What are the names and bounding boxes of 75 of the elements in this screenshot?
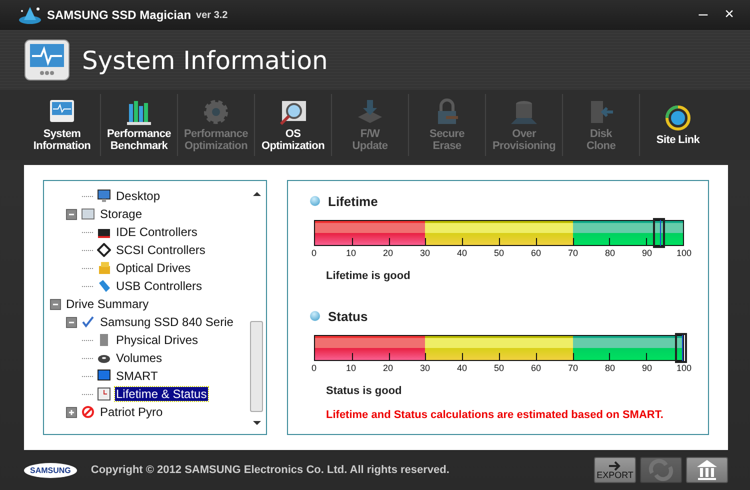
tick-label: 0 — [312, 363, 316, 373]
tree-item[interactable]: Lifetime & Status — [115, 387, 208, 401]
collapse-box[interactable] — [66, 316, 77, 328]
monitor-icon — [97, 189, 111, 203]
page-title: System Information — [82, 46, 328, 74]
tick-label: 10 — [346, 363, 356, 373]
version-label: ver 3.2 — [196, 10, 228, 20]
expand-box[interactable] — [66, 406, 77, 418]
brand-logo: SAMSUNG — [24, 462, 77, 478]
tree-item[interactable]: Samsung SSD 840 Serie — [99, 315, 234, 329]
status-message: Status is good — [326, 385, 403, 397]
monitor-pulse-icon — [24, 39, 70, 81]
house-icon — [695, 458, 719, 482]
tick-label: 40 — [457, 363, 467, 373]
bar-chart-icon — [124, 98, 154, 126]
prohibited-icon — [81, 405, 95, 419]
database-icon — [509, 98, 539, 126]
tick-label: 80 — [605, 363, 615, 373]
tick-label: 0 — [312, 248, 316, 258]
tree-item[interactable]: IDE Controllers — [115, 225, 198, 239]
tick-label: 70 — [568, 363, 578, 373]
tick-label: 50 — [494, 363, 504, 373]
tick-label: 30 — [420, 248, 430, 258]
bullet-icon — [310, 196, 320, 206]
tree-item[interactable]: Physical Drives — [115, 333, 200, 347]
tree-item[interactable]: SMART — [115, 369, 159, 383]
tree-item[interactable]: Patriot Pyro — [99, 405, 164, 419]
gauge-title: Status — [328, 308, 368, 324]
toolbar-button[interactable]: System Information — [24, 90, 100, 160]
status-message: Lifetime is good — [326, 270, 412, 282]
copyright-text: Copyright © 2012 SAMSUNG Electronics Co. Ltd. All rights reserved. — [90, 464, 450, 476]
toolbar-button[interactable]: Site Link — [640, 90, 716, 160]
checkmark-icon — [81, 315, 95, 329]
toolbar-button[interactable]: Performance Benchmark — [101, 90, 177, 160]
tick-label: 70 — [568, 248, 578, 258]
tree-item[interactable]: Drive Summary — [65, 297, 150, 311]
collapse-box[interactable] — [66, 208, 77, 220]
tree-item[interactable]: Optical Drives — [115, 261, 192, 275]
window-title: SAMSUNG SSD Magician — [47, 8, 192, 22]
tree-item[interactable]: USB Controllers — [115, 279, 204, 293]
drive-stack-icon — [97, 333, 111, 347]
magnifier-icon — [278, 98, 308, 126]
tick-label: 10 — [346, 248, 356, 258]
tick-label: 50 — [494, 248, 504, 258]
tick-label: 40 — [457, 248, 467, 258]
export-button[interactable]: EXPORT — [594, 457, 636, 483]
tick-label: 20 — [383, 248, 393, 258]
tree-item[interactable]: Storage — [99, 207, 144, 221]
toolbar-button[interactable]: OS Optimization — [255, 90, 331, 160]
home-button[interactable] — [686, 457, 728, 483]
tick-label: 30 — [420, 363, 430, 373]
tick-label: 90 — [642, 363, 652, 373]
optical-drive-icon — [97, 261, 111, 275]
gear-icon — [201, 98, 231, 126]
collapse-box[interactable] — [50, 298, 61, 310]
bullet-icon — [310, 311, 320, 321]
tick-label: 80 — [605, 248, 615, 258]
screen-icon — [97, 369, 111, 383]
tick-label: 60 — [531, 248, 541, 258]
tick-label: 100 — [676, 248, 692, 258]
tick-label: 60 — [531, 363, 541, 373]
tree-item[interactable]: Volumes — [115, 351, 164, 365]
warning-note: Lifetime and Status calculations are estimated based on SMART. — [326, 409, 664, 421]
usb-stick-icon — [97, 279, 111, 293]
tree-item[interactable]: SCSI Controllers — [115, 243, 206, 257]
close-button[interactable]: × — [718, 6, 740, 24]
tick-label: 100 — [676, 363, 692, 373]
wizard-hat-icon — [18, 5, 42, 25]
gauge-title: Lifetime — [328, 194, 378, 208]
globe-icon — [663, 104, 693, 132]
refresh-icon — [648, 459, 674, 481]
tree-item[interactable]: Desktop — [115, 189, 162, 203]
tick-label: 20 — [383, 363, 393, 373]
minimize-button[interactable]: – — [692, 6, 714, 24]
tick-label: 90 — [642, 248, 652, 258]
